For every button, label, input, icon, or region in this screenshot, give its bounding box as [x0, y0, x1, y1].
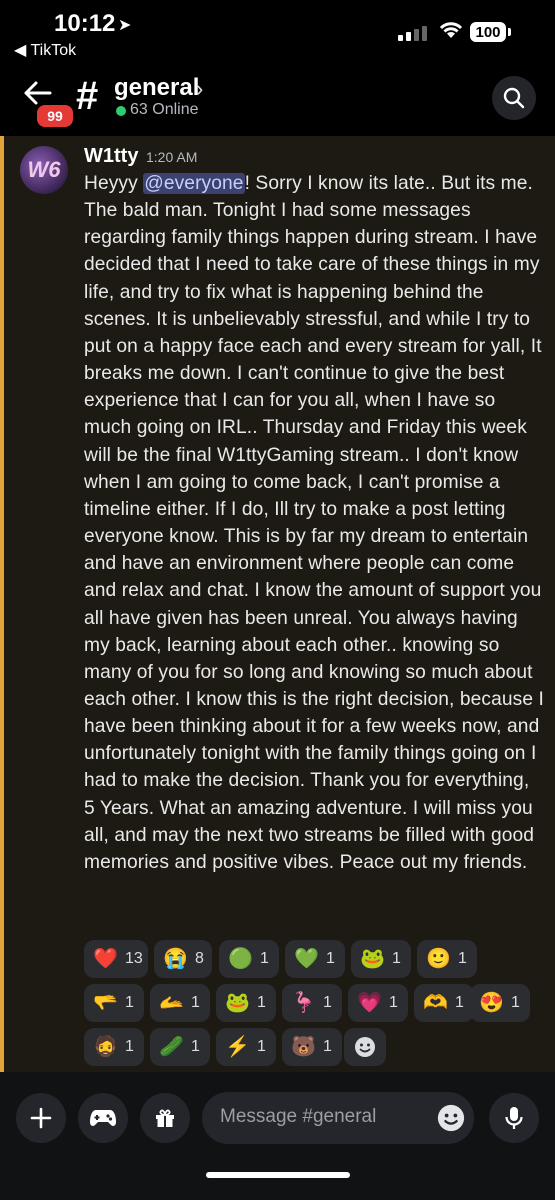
reaction-chip[interactable]: 🥒 1	[150, 1028, 210, 1066]
avatar[interactable]: W6	[20, 146, 68, 194]
reaction-chip[interactable]: ❤️ 13	[84, 940, 148, 978]
battery-indicator: 100	[470, 22, 506, 42]
message-prefix: Heyyy	[84, 173, 144, 194]
voice-message-button[interactable]	[489, 1093, 539, 1143]
message-input-placeholder[interactable]: Message #general	[220, 1106, 376, 1128]
activities-button[interactable]	[78, 1093, 128, 1143]
gift-icon	[156, 1109, 174, 1127]
message-text: ! Sorry I know its late.. But its me. Th…	[84, 173, 544, 873]
back-to-app-link[interactable]: ◀ TikTok	[14, 40, 76, 60]
chevron-right-icon[interactable]: ›	[196, 76, 203, 102]
reaction-chip[interactable]: 🧔 1	[84, 1028, 144, 1066]
pink-heart-icon: 💗	[357, 992, 382, 1014]
reaction-chip[interactable]: 🫳 1	[84, 984, 144, 1022]
message-body: Heyyy @everyone! Sorry I know its late..…	[84, 170, 544, 876]
microphone-icon	[505, 1107, 523, 1129]
gamepad-icon	[90, 1110, 116, 1126]
heart-hands-icon: 🫶	[423, 992, 448, 1014]
cellular-signal-icon	[398, 26, 427, 41]
green-heart-icon: 💚	[294, 948, 319, 970]
location-icon: ➤	[118, 17, 132, 34]
pepe-icon: 🐸	[360, 948, 385, 970]
search-button[interactable]	[492, 76, 536, 120]
emoji-button[interactable]	[436, 1103, 466, 1138]
message-timestamp: 1:20 AM	[146, 149, 198, 165]
green-blob-icon: 🟢	[228, 948, 253, 970]
hash-icon: #	[76, 74, 99, 118]
add-reaction-button[interactable]	[344, 1028, 386, 1066]
gift-button[interactable]	[140, 1093, 190, 1143]
face-icon: 🙂	[426, 948, 451, 970]
reaction-chip[interactable]: ⚡ 1	[216, 1028, 276, 1066]
pickle-icon: 🥒	[159, 1036, 184, 1058]
reaction-chip[interactable]: 🐸 1	[351, 940, 411, 978]
reaction-chip[interactable]: 🐸 1	[216, 984, 276, 1022]
add-attachment-button[interactable]	[16, 1093, 66, 1143]
search-icon	[503, 87, 525, 109]
dank-pepe-icon: 🐸	[225, 992, 250, 1014]
reaction-chip[interactable]: 💚 1	[285, 940, 345, 978]
reaction-chip[interactable]: 🙂 1	[417, 940, 477, 978]
message-author[interactable]: W1tty	[84, 145, 138, 168]
online-count: 63 Online	[130, 101, 199, 118]
crying-face-icon: 😭	[163, 948, 188, 970]
heart-icon: ❤️	[93, 948, 118, 970]
reaction-chip[interactable]: 🦩 1	[282, 984, 342, 1022]
status-time: 10:12	[54, 10, 116, 37]
emoji-icon	[437, 1104, 465, 1132]
unread-badge: 99	[34, 102, 76, 130]
bear-icon: 🐻	[291, 1036, 316, 1058]
wifi-icon	[438, 20, 464, 45]
hand-left-icon: 🫳	[93, 992, 118, 1014]
online-status-dot	[116, 106, 126, 116]
mention-everyone[interactable]: @everyone	[143, 173, 245, 194]
reaction-chip[interactable]: 🫴 1	[150, 984, 210, 1022]
battery-cap	[508, 28, 511, 36]
pikachu-icon: ⚡	[225, 1036, 250, 1058]
reaction-chip[interactable]: 🐻 1	[282, 1028, 342, 1066]
channel-name[interactable]: general	[114, 74, 199, 102]
reaction-chip[interactable]: 💗 1	[348, 984, 408, 1022]
reaction-chip[interactable]: 😭 8	[154, 940, 212, 978]
bald-man-icon: 🧔	[93, 1036, 118, 1058]
home-indicator[interactable]	[206, 1172, 350, 1178]
add-reaction-icon	[355, 1037, 375, 1057]
reaction-chip[interactable]: 😍 1	[470, 984, 530, 1022]
reaction-chip[interactable]: 🫶 1	[414, 984, 474, 1022]
heart-eyes-icon: 😍	[479, 992, 504, 1014]
flamingo-icon: 🦩	[291, 992, 316, 1014]
reaction-chip[interactable]: 🟢 1	[219, 940, 279, 978]
plus-icon	[30, 1107, 52, 1129]
hand-right-icon: 🫴	[159, 992, 184, 1014]
